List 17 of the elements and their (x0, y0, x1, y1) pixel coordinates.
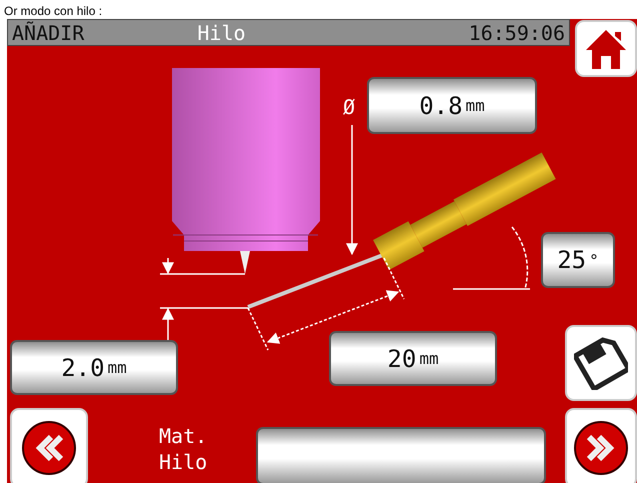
value-field[interactable]: 25° (541, 232, 615, 288)
diameter-symbol: Ø (343, 95, 356, 119)
screen-title: Hilo (197, 20, 246, 44)
clock-time: 16:59:06 (468, 20, 565, 44)
value-field[interactable]: 20 mm (329, 331, 497, 386)
material-field[interactable] (256, 427, 546, 483)
forward-button[interactable] (565, 408, 637, 483)
home-button[interactable] (575, 20, 637, 77)
save-button[interactable] (565, 325, 637, 401)
material-label: Mat. Hilo (159, 423, 208, 475)
value-field[interactable]: 2.0 mm (10, 340, 178, 395)
back-button[interactable] (10, 408, 88, 483)
mode-label: AÑADIR (12, 20, 84, 44)
value-field[interactable]: 0.8 mm (367, 77, 537, 134)
double-chevron-left-icon (21, 420, 77, 476)
caption-text: Or modo con hilo : (3, 4, 102, 18)
double-chevron-right-icon (573, 420, 629, 476)
